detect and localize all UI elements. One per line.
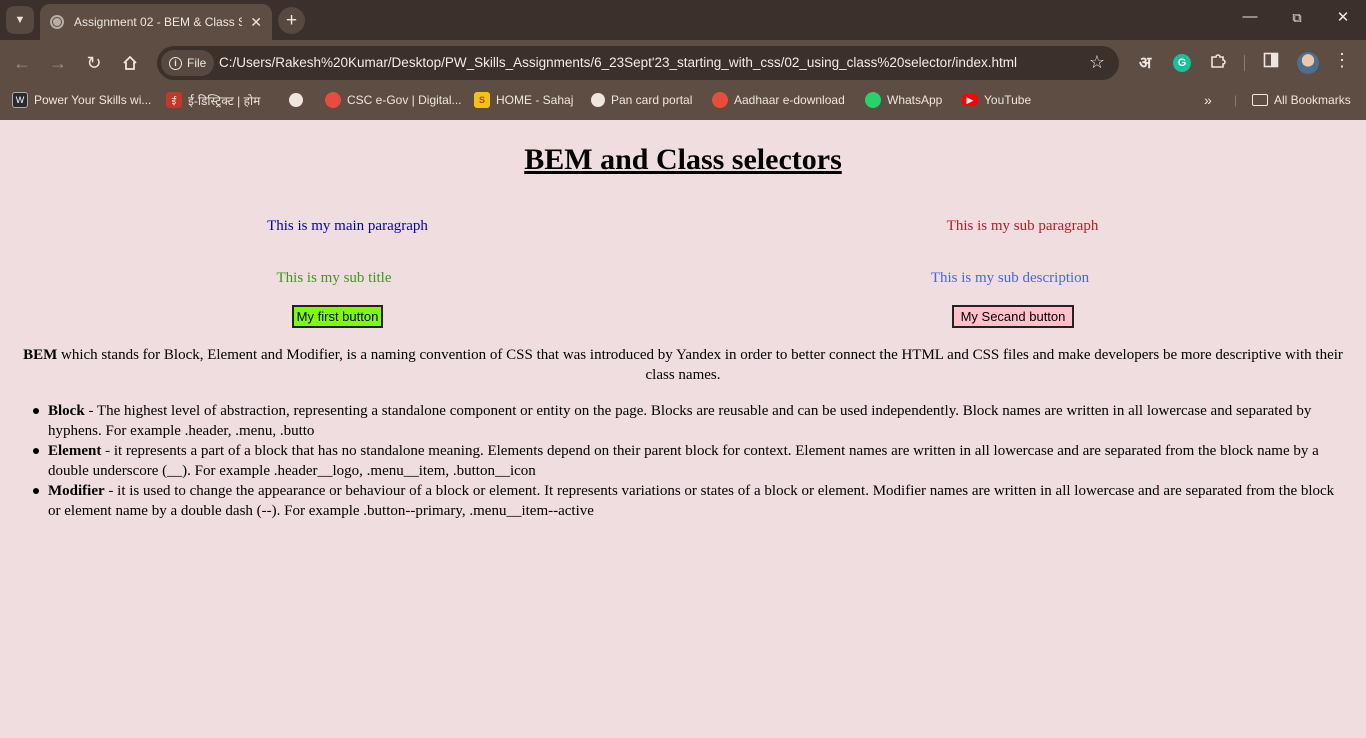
bookmark-label: Aadhaar e-download bbox=[734, 93, 845, 107]
bookmarks-divider: | bbox=[1234, 93, 1238, 107]
bookmark-youtube[interactable]: ▶ YouTube bbox=[962, 86, 1031, 114]
tab-favicon-globe-icon bbox=[50, 15, 64, 29]
back-arrow-icon[interactable]: ← bbox=[9, 50, 35, 76]
grammarly-extension-icon[interactable]: G bbox=[1173, 54, 1191, 72]
bem-term: BEM bbox=[23, 347, 58, 363]
first-button[interactable]: My first button bbox=[292, 305, 383, 328]
youtube-icon: ▶ bbox=[962, 94, 978, 106]
list-item-text: - it is used to change the appearance or… bbox=[48, 483, 1335, 519]
menu-kebab-icon[interactable]: ⋮ bbox=[1333, 50, 1351, 71]
forward-arrow-icon[interactable]: → bbox=[45, 50, 71, 76]
info-icon: i bbox=[169, 56, 182, 70]
reload-icon[interactable]: ↻ bbox=[81, 50, 107, 76]
second-button[interactable]: My Secand button bbox=[952, 305, 1074, 328]
bem-list: Block - The highest level of abstraction… bbox=[33, 401, 1348, 521]
bookmark-label: WhatsApp bbox=[887, 93, 943, 107]
web-page: BEM and Class selectors This is my main … bbox=[0, 121, 1366, 738]
url-text[interactable]: C:/Users/Rakesh%20Kumar/Desktop/PW_Skill… bbox=[219, 55, 1017, 70]
bookmark-star-icon[interactable]: ☆ bbox=[1089, 52, 1105, 73]
fingerprint-icon bbox=[712, 92, 728, 108]
browser-tab-active[interactable]: Assignment 02 - BEM & Class Selectors ✕ bbox=[40, 4, 272, 40]
globe-icon bbox=[591, 93, 605, 107]
sub-description: This is my sub description bbox=[930, 270, 1090, 286]
close-window-icon[interactable]: ✕ bbox=[1333, 8, 1353, 26]
tab-title: Assignment 02 - BEM & Class Selectors bbox=[74, 15, 243, 29]
list-item-term: Element bbox=[48, 443, 102, 459]
all-bookmarks-label: All Bookmarks bbox=[1274, 93, 1351, 107]
bookmark-aadhaar[interactable]: Aadhaar e-download bbox=[712, 86, 845, 114]
bem-intro-text: which stands for Block, Element and Modi… bbox=[57, 347, 1343, 383]
browser-toolbar: ← → ↻ i File C:/Users/Rakesh%20Kumar/Des… bbox=[0, 40, 1366, 86]
list-item-block: Block - The highest level of abstraction… bbox=[33, 401, 1348, 441]
new-tab-plus-icon[interactable]: + bbox=[278, 7, 305, 34]
bookmark-label: ई-डिस्ट्रिक्ट | होम bbox=[188, 93, 261, 108]
bookmark-label: CSC e-Gov | Digital... bbox=[347, 93, 462, 107]
e-district-icon: ई bbox=[166, 92, 182, 108]
toolbar-divider bbox=[1244, 55, 1245, 71]
bookmark-whatsapp[interactable]: WhatsApp bbox=[865, 86, 942, 114]
bookmarks-bar: W Power Your Skills wi... ई ई-डिस्ट्रिक्… bbox=[0, 86, 1366, 120]
wordpress-icon: W bbox=[12, 92, 28, 108]
tab-search-chevron-icon[interactable]: ▼ bbox=[6, 6, 34, 34]
list-item-text: - The highest level of abstraction, repr… bbox=[48, 403, 1312, 439]
url-scheme-label: File bbox=[187, 56, 207, 70]
bookmark-label: YouTube bbox=[984, 93, 1032, 107]
list-item-term: Block bbox=[48, 403, 85, 419]
list-item-text: - it represents a part of a block that h… bbox=[48, 443, 1319, 479]
sub-title: This is my sub title bbox=[276, 270, 392, 286]
bookmark-csc-egov[interactable]: CSC e-Gov | Digital... bbox=[325, 86, 461, 114]
bem-intro-paragraph: BEM which stands for Block, Element and … bbox=[14, 345, 1352, 385]
bookmark-label: Power Your Skills wi... bbox=[34, 93, 152, 107]
bookmark-pan-card[interactable]: Pan card portal bbox=[591, 86, 692, 114]
address-bar[interactable]: i File C:/Users/Rakesh%20Kumar/Desktop/P… bbox=[157, 46, 1119, 80]
bookmark-e-district[interactable]: ई ई-डिस्ट्रिक्ट | होम bbox=[166, 86, 260, 114]
tab-strip: ▼ Assignment 02 - BEM & Class Selectors … bbox=[0, 0, 1366, 40]
bookmark-label: Pan card portal bbox=[611, 93, 693, 107]
minimize-icon[interactable]: — bbox=[1240, 8, 1260, 25]
sahaj-icon: S bbox=[474, 92, 490, 108]
tab-close-icon[interactable]: ✕ bbox=[250, 14, 262, 31]
page-heading: BEM and Class selectors bbox=[524, 143, 842, 176]
bookmark-home-sahaj[interactable]: S HOME - Sahaj bbox=[474, 86, 573, 114]
home-icon[interactable] bbox=[117, 50, 143, 76]
bookmark-power-your-skills[interactable]: W Power Your Skills wi... bbox=[12, 86, 151, 114]
extensions-puzzle-icon[interactable] bbox=[1209, 52, 1227, 75]
list-item-modifier: Modifier - it is used to change the appe… bbox=[33, 481, 1348, 521]
main-paragraph: This is my main paragraph bbox=[267, 218, 428, 234]
all-bookmarks-button[interactable]: All Bookmarks bbox=[1252, 86, 1351, 114]
sub-paragraph: This is my sub paragraph bbox=[946, 218, 1099, 234]
hindi-extension-icon[interactable]: अ bbox=[1139, 51, 1151, 73]
profile-avatar[interactable] bbox=[1297, 52, 1319, 74]
bookmark-globe[interactable] bbox=[289, 86, 309, 114]
bookmark-label: HOME - Sahaj bbox=[496, 93, 574, 107]
folder-icon bbox=[1252, 94, 1268, 106]
site-info-chip[interactable]: i File bbox=[161, 50, 215, 76]
side-panel-icon[interactable] bbox=[1263, 52, 1279, 73]
list-item-term: Modifier bbox=[48, 483, 105, 499]
restore-icon[interactable]: ⧉ bbox=[1287, 10, 1307, 26]
more-bookmarks-chevron-icon[interactable]: » bbox=[1204, 86, 1212, 114]
csc-icon bbox=[325, 92, 341, 108]
list-item-element: Element - it represents a part of a bloc… bbox=[33, 441, 1348, 481]
globe-icon bbox=[289, 93, 303, 107]
whatsapp-icon bbox=[865, 92, 881, 108]
